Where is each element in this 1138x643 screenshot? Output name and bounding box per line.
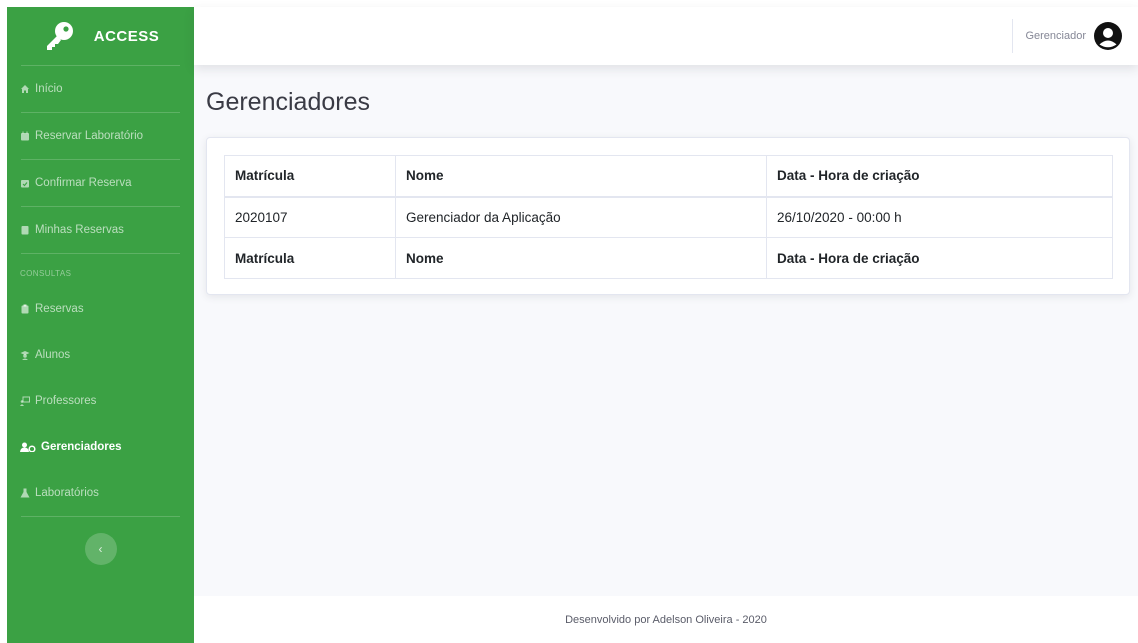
sidebar-item-professores[interactable]: Professores: [7, 378, 194, 424]
sidebar-item-label: Laboratórios: [35, 487, 99, 499]
calendar-icon: [21, 131, 29, 141]
table-row: 2020107 Gerenciador da Aplicação 26/10/2…: [224, 196, 1113, 238]
key-icon: [46, 22, 73, 50]
users-cog-icon: [20, 442, 36, 452]
table-header-row: Matrícula Nome Data - Hora de criação: [224, 155, 1113, 198]
student-icon: [20, 351, 30, 360]
sidebar-item-reservas[interactable]: Reservas: [7, 286, 194, 332]
sidebar-item-label: Início: [35, 83, 63, 95]
teacher-icon: [20, 396, 30, 406]
sidebar-item-minhas-reservas[interactable]: Minhas Reservas: [7, 207, 194, 253]
footer-text: Desenvolvido por Adelson Oliveira - 2020: [565, 613, 767, 626]
cell-data-hora: 26/10/2020 - 00:00 h: [766, 196, 1113, 238]
sidebar-item-alunos[interactable]: Alunos: [7, 332, 194, 378]
page-footer: Desenvolvido por Adelson Oliveira - 2020: [194, 596, 1138, 643]
column-footer-data-hora: Data - Hora de criação: [766, 237, 1113, 279]
list-icon: [21, 226, 29, 235]
cell-matricula: 2020107: [224, 196, 396, 238]
sidebar-item-label: Alunos: [35, 349, 71, 361]
divider: [21, 516, 180, 517]
sidebar-item-label: Professores: [35, 395, 97, 407]
sidebar-toggle-button[interactable]: ‹: [84, 533, 117, 565]
topbar-divider: [1012, 19, 1013, 53]
table-footer-row: Matrícula Nome Data - Hora de criação: [224, 237, 1113, 279]
sidebar-item-label: Reservas: [35, 303, 84, 315]
calendar-check-icon: [21, 180, 29, 188]
home-icon: [21, 85, 29, 93]
sidebar-item-reservar-laboratorio[interactable]: Reservar Laboratório: [7, 113, 194, 159]
sidebar-item-laboratorios[interactable]: Laboratórios: [7, 470, 194, 516]
brand-name: ACCESS: [93, 27, 160, 45]
table-card: Matrícula Nome Data - Hora de criação 20…: [206, 137, 1130, 295]
section-heading-consultas: CONSULTAS: [20, 269, 72, 278]
brand[interactable]: ACCESS: [7, 7, 194, 65]
column-header-nome[interactable]: Nome: [395, 155, 767, 198]
sidebar-item-inicio[interactable]: Início: [7, 66, 194, 112]
clipboard-icon: [21, 304, 29, 314]
sidebar-item-label: Reservar Laboratório: [35, 130, 144, 142]
user-menu[interactable]: Gerenciador: [1025, 22, 1122, 50]
sidebar-item-confirmar-reserva[interactable]: Confirmar Reserva: [7, 160, 194, 206]
column-footer-matricula: Matrícula: [224, 237, 396, 279]
sidebar-item-label: Minhas Reservas: [35, 224, 124, 236]
sidebar-item-label: Gerenciadores: [41, 441, 122, 453]
user-avatar-icon: [1094, 22, 1122, 50]
flask-icon: [20, 488, 30, 498]
topbar: Gerenciador: [194, 7, 1138, 65]
column-footer-nome: Nome: [395, 237, 767, 279]
gerenciadores-table: Matrícula Nome Data - Hora de criação 20…: [224, 155, 1113, 279]
sidebar-item-label: Confirmar Reserva: [35, 177, 132, 189]
chevron-left-icon: ‹: [98, 542, 103, 556]
sidebar-item-gerenciadores[interactable]: Gerenciadores: [7, 424, 194, 470]
main-content: Gerenciadores Matrícula Nome Data - Hora…: [194, 65, 1138, 596]
column-header-data-hora[interactable]: Data - Hora de criação: [766, 155, 1113, 198]
cell-nome: Gerenciador da Aplicação: [395, 196, 767, 238]
column-header-matricula[interactable]: Matrícula: [224, 155, 396, 198]
page-title: Gerenciadores: [206, 88, 370, 116]
user-name: Gerenciador: [1025, 30, 1086, 42]
sidebar: ACCESS Início Reservar Laboratório Confi…: [7, 7, 194, 643]
